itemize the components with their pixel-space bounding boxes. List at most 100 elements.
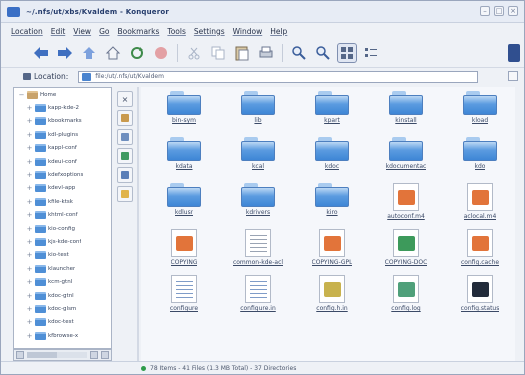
tree-expander-icon[interactable]: + xyxy=(26,238,33,246)
file-item[interactable]: bin-sym xyxy=(147,87,221,133)
minimize-icon[interactable]: – xyxy=(480,6,490,16)
tree-item[interactable]: + kdoc-glsm xyxy=(14,302,111,315)
file-item[interactable]: kiro xyxy=(295,179,369,225)
file-item[interactable]: config.h.in xyxy=(295,271,369,317)
menu-location[interactable]: Location xyxy=(11,27,43,36)
file-item[interactable]: common-kde-acl xyxy=(221,225,295,271)
menu-go[interactable]: Go xyxy=(99,27,109,36)
file-item[interactable]: kcal xyxy=(221,133,295,179)
file-item[interactable]: kdocumentac xyxy=(369,133,443,179)
file-item[interactable]: configure.in xyxy=(221,271,295,317)
file-item[interactable]: kdo xyxy=(443,133,515,179)
tree-item[interactable]: + kfbrowse-x xyxy=(14,329,111,342)
tree-expander-icon[interactable]: + xyxy=(26,292,33,300)
tree-item[interactable]: + kdefxoptions xyxy=(14,168,111,181)
scroll-left-button[interactable] xyxy=(16,351,24,359)
tree-item[interactable]: + kjs-kde-conf xyxy=(14,235,111,248)
up-button[interactable] xyxy=(79,43,99,63)
file-item[interactable]: kdlusr xyxy=(147,179,221,225)
file-item[interactable]: configure xyxy=(147,271,221,317)
tree-expander-icon[interactable]: − xyxy=(18,91,25,99)
tree-horizontal-scrollbar[interactable] xyxy=(13,349,112,361)
maximize-icon[interactable]: □ xyxy=(494,6,504,16)
cut-button[interactable] xyxy=(184,43,204,63)
scroll-end-button[interactable] xyxy=(101,351,109,359)
zoom-in-button[interactable] xyxy=(289,43,309,63)
menu-tools[interactable]: Tools xyxy=(167,27,185,36)
menu-window[interactable]: Window xyxy=(233,27,263,36)
tree-expander-icon[interactable]: + xyxy=(26,158,33,166)
tree-expander-icon[interactable]: + xyxy=(26,117,33,125)
tree-item[interactable]: + kdl-plugins xyxy=(14,128,111,141)
tree-item[interactable]: + kappl-conf xyxy=(14,142,111,155)
icon-view-button[interactable] xyxy=(337,43,357,63)
location-input[interactable]: file:/ut/.nfs/ut/Kvaldem xyxy=(78,70,479,83)
menu-view[interactable]: View xyxy=(73,27,91,36)
tree-expander-icon[interactable]: + xyxy=(26,225,33,233)
file-item[interactable]: autoconf.m4 xyxy=(369,179,443,225)
menu-help[interactable]: Help xyxy=(270,27,287,36)
title-bar[interactable]: ~/.nfs/ut/xbs/Kvaldem - Konqueror – □ × xyxy=(1,1,524,23)
back-button[interactable] xyxy=(31,43,51,63)
copy-button[interactable] xyxy=(208,43,228,63)
close-icon[interactable]: × xyxy=(508,6,518,16)
tree-expander-icon[interactable]: + xyxy=(26,104,33,112)
tree-expander-icon[interactable]: + xyxy=(26,251,33,259)
tree-expander-icon[interactable]: + xyxy=(26,332,33,340)
sidebar-tab-bookmarks[interactable] xyxy=(117,110,133,126)
tree-item[interactable]: + kcm-gtnl xyxy=(14,275,111,288)
tree-expander-icon[interactable]: + xyxy=(26,305,33,313)
file-item[interactable]: config.log xyxy=(369,271,443,317)
panel-splitter[interactable] xyxy=(137,87,139,361)
file-item[interactable]: kdoc xyxy=(295,133,369,179)
forward-button[interactable] xyxy=(55,43,75,63)
tree-item[interactable]: + kapp-kde-2 xyxy=(14,101,111,114)
file-item[interactable]: kload xyxy=(443,87,515,133)
tree-expander-icon[interactable]: + xyxy=(26,144,33,152)
file-item[interactable]: kdrivers xyxy=(221,179,295,225)
sidebar-tab-close[interactable]: × xyxy=(117,91,133,107)
tree-item[interactable]: + kdoc-test xyxy=(14,316,111,329)
paste-button[interactable] xyxy=(232,43,252,63)
tree-item[interactable]: − Home xyxy=(14,88,111,101)
tree-expander-icon[interactable]: + xyxy=(26,198,33,206)
sidebar-tab-history[interactable] xyxy=(117,129,133,145)
tree-expander-icon[interactable]: + xyxy=(26,171,33,179)
file-item[interactable]: lib xyxy=(221,87,295,133)
print-button[interactable] xyxy=(256,43,276,63)
file-item[interactable]: COPYING-DOC xyxy=(369,225,443,271)
tree-item[interactable]: + klauncher xyxy=(14,262,111,275)
tree-item[interactable]: + kdeui-conf xyxy=(14,155,111,168)
menu-settings[interactable]: Settings xyxy=(194,27,225,36)
tree-item[interactable]: + kio-config xyxy=(14,222,111,235)
tree-item[interactable]: + kio-test xyxy=(14,249,111,262)
tree-expander-icon[interactable]: + xyxy=(26,278,33,286)
scroll-track[interactable] xyxy=(27,352,87,358)
reload-button[interactable] xyxy=(127,43,147,63)
file-item[interactable]: aclocal.m4 xyxy=(443,179,515,225)
tree-item[interactable]: + khtml-conf xyxy=(14,209,111,222)
scroll-right-button[interactable] xyxy=(90,351,98,359)
file-item[interactable]: config.status xyxy=(443,271,515,317)
location-dropdown-button[interactable] xyxy=(508,71,518,81)
sidebar-tab-network[interactable] xyxy=(117,167,133,183)
file-item[interactable]: COPYING-GPL xyxy=(295,225,369,271)
file-item[interactable]: kdata xyxy=(147,133,221,179)
tree-expander-icon[interactable]: + xyxy=(26,265,33,273)
tree-expander-icon[interactable]: + xyxy=(26,184,33,192)
menu-bookmarks[interactable]: Bookmarks xyxy=(117,27,159,36)
file-item[interactable]: kinstall xyxy=(369,87,443,133)
scroll-thumb[interactable] xyxy=(27,352,57,358)
stop-button[interactable] xyxy=(151,43,171,63)
tree-expander-icon[interactable]: + xyxy=(26,211,33,219)
tree-item[interactable]: + kbookmarks xyxy=(14,115,111,128)
tree-expander-icon[interactable]: + xyxy=(26,318,33,326)
file-item[interactable]: COPYING xyxy=(147,225,221,271)
sidebar-tab-root[interactable] xyxy=(117,186,133,202)
tree-item[interactable]: + kfile-ktsk xyxy=(14,195,111,208)
file-item[interactable]: kpart xyxy=(295,87,369,133)
menu-edit[interactable]: Edit xyxy=(51,27,66,36)
tree-expander-icon[interactable]: + xyxy=(26,131,33,139)
file-item[interactable]: config.cache xyxy=(443,225,515,271)
tree-item[interactable]: + kdevl-app xyxy=(14,182,111,195)
